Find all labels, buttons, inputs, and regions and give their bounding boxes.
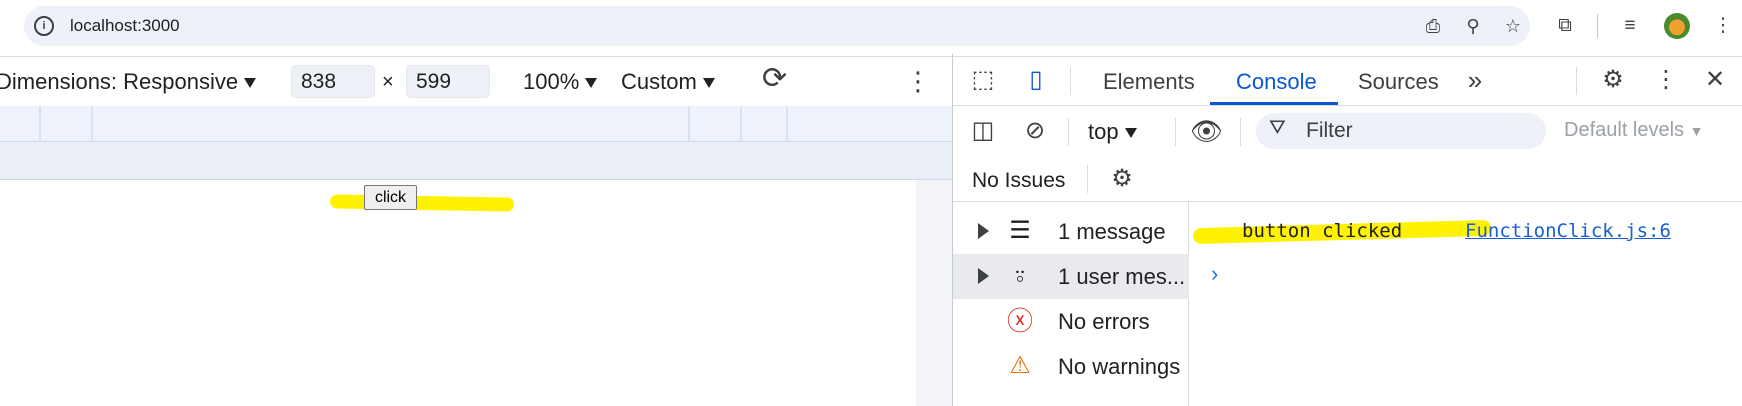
sidebar-item-warnings[interactable]: ⚠ No warnings bbox=[953, 344, 1189, 389]
clear-console-icon[interactable]: ⊘ bbox=[1020, 116, 1050, 146]
filter-icon: ⛛ bbox=[1269, 117, 1286, 139]
ruler-tick bbox=[740, 106, 742, 142]
zoom-label: 100% bbox=[523, 69, 580, 94]
warning-icon: ⚠ bbox=[1009, 352, 1031, 379]
expand-arrow-icon[interactable] bbox=[978, 268, 989, 284]
log-levels-dropdown[interactable]: Default levels ▼ bbox=[1564, 119, 1703, 142]
live-expression-eye-icon[interactable]: 👁 bbox=[1190, 116, 1223, 146]
toolbar-divider bbox=[1240, 118, 1241, 146]
browser-menu-icon[interactable]: ⋮ bbox=[1710, 13, 1736, 39]
active-tab-indicator bbox=[1210, 102, 1338, 105]
context-dropdown[interactable]: top bbox=[1088, 119, 1137, 145]
tab-divider bbox=[1070, 67, 1071, 95]
console-prompt-icon[interactable]: › bbox=[1211, 261, 1218, 287]
filter-placeholder: Filter bbox=[1306, 119, 1353, 142]
device-toolbar: Dimensions: Responsive 838 × 599 100% Cu… bbox=[0, 56, 952, 106]
ruler-tick bbox=[786, 106, 788, 142]
filter-input[interactable]: ⛛ Filter bbox=[1256, 113, 1546, 149]
dimensions-dropdown[interactable]: Dimensions: Responsive bbox=[0, 69, 256, 95]
viewport-gutter bbox=[916, 180, 952, 406]
ruler-bar bbox=[0, 142, 952, 180]
tab-console[interactable]: Console bbox=[1236, 69, 1317, 95]
browser-toolbar: i localhost:3000 ⎙ ⚲ ☆ ⧉ ≡ ⋮ bbox=[0, 0, 1742, 54]
tab-divider bbox=[1576, 67, 1577, 95]
site-info-icon[interactable]: i bbox=[34, 16, 54, 36]
click-button[interactable]: click bbox=[364, 185, 417, 210]
tab-elements[interactable]: Elements bbox=[1103, 69, 1195, 95]
sidebar-item-label: 1 message bbox=[1058, 219, 1166, 244]
context-label: top bbox=[1088, 119, 1119, 144]
console-settings-icon[interactable]: ⚙ bbox=[1107, 164, 1137, 194]
settings-gear-icon[interactable]: ⚙ bbox=[1598, 65, 1628, 95]
rotate-icon[interactable]: ⟳ bbox=[762, 61, 787, 96]
dimension-times: × bbox=[382, 71, 394, 93]
zoom-dropdown[interactable]: 100% bbox=[523, 69, 597, 95]
dimensions-label: Dimensions: Responsive bbox=[0, 69, 239, 94]
toolbar-divider bbox=[1597, 14, 1598, 38]
toolbar-divider bbox=[1087, 165, 1088, 193]
url-text[interactable]: localhost:3000 bbox=[70, 16, 180, 36]
install-app-icon[interactable]: ⎙ bbox=[1421, 14, 1445, 38]
address-bar[interactable]: i localhost:3000 ⎙ ⚲ ☆ bbox=[24, 6, 1530, 46]
expand-arrow-icon[interactable] bbox=[978, 223, 989, 239]
inspect-element-icon[interactable]: ⬚ bbox=[968, 65, 998, 95]
page-viewport bbox=[0, 180, 916, 406]
throttle-dropdown[interactable]: Custom bbox=[621, 69, 715, 95]
extensions-icon[interactable]: ⧉ bbox=[1552, 13, 1578, 39]
media-control-icon[interactable]: ≡ bbox=[1617, 13, 1643, 39]
throttle-label: Custom bbox=[621, 69, 697, 94]
chevron-down-icon: ▼ bbox=[1689, 123, 1704, 139]
toolbar-divider bbox=[1175, 118, 1176, 146]
error-icon: ⓧ bbox=[1006, 306, 1033, 336]
log-source-link[interactable]: FunctionClick.js:6 bbox=[1465, 220, 1671, 242]
sidebar-item-label: No warnings bbox=[1058, 354, 1181, 379]
sidebar-toggle-icon[interactable]: ◫ bbox=[968, 116, 998, 146]
ruler-tick bbox=[91, 106, 93, 142]
log-levels-label: Default levels bbox=[1564, 119, 1685, 141]
close-devtools-icon[interactable]: ✕ bbox=[1700, 65, 1730, 95]
more-options-icon[interactable]: ⋮ bbox=[905, 66, 931, 97]
user-icon: ⍤ bbox=[1012, 261, 1028, 291]
sidebar-item-label: No errors bbox=[1058, 309, 1150, 334]
tab-sources[interactable]: Sources bbox=[1358, 69, 1439, 95]
devtools-menu-icon[interactable]: ⋮ bbox=[1651, 65, 1681, 95]
issues-bar bbox=[953, 156, 1742, 202]
device-toggle-icon[interactable]: ▯ bbox=[1021, 65, 1051, 95]
sidebar-item-user-messages[interactable]: ⍤ 1 user mes... bbox=[953, 254, 1189, 299]
sidebar-item-label: 1 user mes... bbox=[1058, 264, 1186, 289]
sidebar-item-messages[interactable]: ☰ 1 message bbox=[953, 209, 1189, 254]
ruler-tick bbox=[39, 106, 41, 142]
bookmark-star-icon[interactable]: ☆ bbox=[1501, 14, 1525, 38]
toolbar-divider bbox=[1068, 118, 1069, 146]
log-message: button clicked bbox=[1242, 220, 1403, 242]
sidebar-item-errors[interactable]: ⓧ No errors bbox=[953, 299, 1189, 344]
ruler-tick bbox=[688, 106, 690, 142]
zoom-icon[interactable]: ⚲ bbox=[1461, 14, 1485, 38]
profile-avatar[interactable] bbox=[1664, 13, 1690, 39]
issues-label[interactable]: No Issues bbox=[972, 169, 1065, 193]
height-input[interactable]: 599 bbox=[406, 65, 490, 98]
width-input[interactable]: 838 bbox=[291, 65, 375, 98]
list-icon: ☰ bbox=[1009, 217, 1031, 244]
media-query-bar[interactable] bbox=[0, 106, 952, 142]
more-tabs-icon[interactable]: » bbox=[1460, 65, 1490, 95]
